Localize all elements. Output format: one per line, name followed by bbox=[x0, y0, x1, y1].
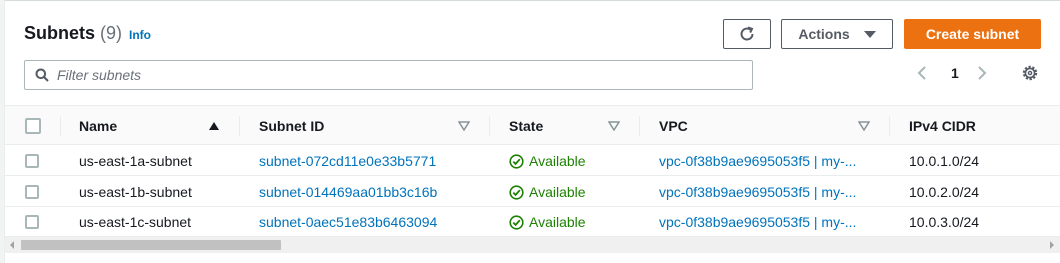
horizontal-scrollbar[interactable] bbox=[5, 237, 1060, 253]
column-header-ipv4-cidr[interactable]: IPv4 CIDR bbox=[909, 106, 976, 146]
gear-icon bbox=[1022, 65, 1038, 81]
filter-input[interactable] bbox=[57, 67, 737, 83]
row-checkbox[interactable] bbox=[25, 185, 39, 199]
table-header: Name Subnet ID State VPC IPv4 CIDR bbox=[5, 105, 1060, 145]
check-circle-icon bbox=[509, 184, 524, 200]
subnet-name: us-east-1c-subnet bbox=[79, 214, 192, 230]
column-header-vpc[interactable]: VPC bbox=[659, 106, 688, 146]
column-divider bbox=[639, 116, 640, 136]
vpc-link[interactable]: vpc-0f38b9ae9695053f5 | my-... bbox=[659, 207, 856, 237]
vpc-link[interactable]: vpc-0f38b9ae9695053f5 | my-... bbox=[659, 177, 856, 207]
state-label: Available bbox=[529, 153, 586, 169]
row-checkbox[interactable] bbox=[25, 154, 39, 168]
refresh-icon bbox=[740, 26, 754, 41]
subnet-id-link[interactable]: subnet-014469aa01bb3c16b bbox=[259, 177, 437, 207]
column-header-state[interactable]: State bbox=[509, 106, 543, 146]
table-row[interactable]: us-east-1a-subnet subnet-072cd11e0e33b57… bbox=[5, 146, 1060, 176]
subnet-id-link[interactable]: subnet-072cd11e0e33b5771 bbox=[259, 146, 436, 176]
title-text: Subnets bbox=[24, 23, 96, 43]
chevron-right-icon bbox=[978, 66, 987, 80]
search-icon bbox=[35, 68, 49, 82]
scroll-left-arrow-icon[interactable] bbox=[10, 241, 14, 249]
actions-label: Actions bbox=[798, 26, 850, 42]
ipv4-cidr: 10.0.3.0/24 bbox=[909, 214, 980, 230]
scrollbar-thumb[interactable] bbox=[21, 240, 281, 250]
state-label: Available bbox=[529, 214, 586, 230]
next-page-button[interactable] bbox=[977, 65, 987, 81]
info-link[interactable]: Info bbox=[129, 28, 151, 42]
page-number[interactable]: 1 bbox=[951, 65, 959, 81]
table-row[interactable]: us-east-1b-subnet subnet-014469aa01bb3c1… bbox=[5, 177, 1060, 207]
page-title: Subnets (9) bbox=[24, 23, 122, 44]
chevron-left-icon bbox=[917, 66, 926, 80]
subnet-count: (9) bbox=[100, 23, 123, 43]
filter-box bbox=[24, 60, 753, 90]
subnet-name: us-east-1a-subnet bbox=[79, 153, 192, 169]
scroll-right-arrow-icon[interactable] bbox=[1050, 241, 1054, 249]
sort-icon[interactable] bbox=[608, 121, 620, 131]
column-divider bbox=[60, 116, 61, 136]
check-circle-icon bbox=[509, 214, 524, 230]
subnet-id-link[interactable]: subnet-0aec51e83b6463094 bbox=[259, 207, 437, 237]
caret-down-icon bbox=[863, 30, 876, 38]
state-cell: Available bbox=[509, 177, 586, 207]
column-divider bbox=[489, 116, 490, 136]
column-header-name[interactable]: Name bbox=[79, 106, 117, 146]
select-all-checkbox[interactable] bbox=[25, 118, 41, 134]
refresh-button[interactable] bbox=[723, 19, 771, 49]
sort-icon[interactable] bbox=[458, 121, 470, 131]
sort-ascending-icon[interactable] bbox=[208, 121, 220, 131]
state-cell: Available bbox=[509, 207, 586, 237]
column-divider bbox=[239, 116, 240, 136]
ipv4-cidr: 10.0.2.0/24 bbox=[909, 184, 980, 200]
sort-icon[interactable] bbox=[858, 121, 870, 131]
table-settings-button[interactable] bbox=[1021, 64, 1039, 87]
state-label: Available bbox=[529, 184, 586, 200]
table-row[interactable]: us-east-1c-subnet subnet-0aec51e83b64630… bbox=[5, 207, 1060, 237]
subnet-name: us-east-1b-subnet bbox=[79, 184, 192, 200]
actions-dropdown[interactable]: Actions bbox=[781, 19, 893, 49]
check-circle-icon bbox=[509, 153, 524, 169]
select-all-cell bbox=[25, 106, 41, 146]
vpc-link[interactable]: vpc-0f38b9ae9695053f5 | my-... bbox=[659, 146, 856, 176]
state-cell: Available bbox=[509, 146, 586, 176]
ipv4-cidr: 10.0.1.0/24 bbox=[909, 153, 980, 169]
column-header-subnet-id[interactable]: Subnet ID bbox=[259, 106, 324, 146]
row-checkbox[interactable] bbox=[25, 215, 39, 229]
column-divider bbox=[889, 116, 890, 136]
subnets-panel: Subnets (9) Info Actions Create subnet 1 bbox=[4, 0, 1060, 263]
create-subnet-button[interactable]: Create subnet bbox=[904, 19, 1041, 49]
previous-page-button[interactable] bbox=[917, 65, 927, 81]
